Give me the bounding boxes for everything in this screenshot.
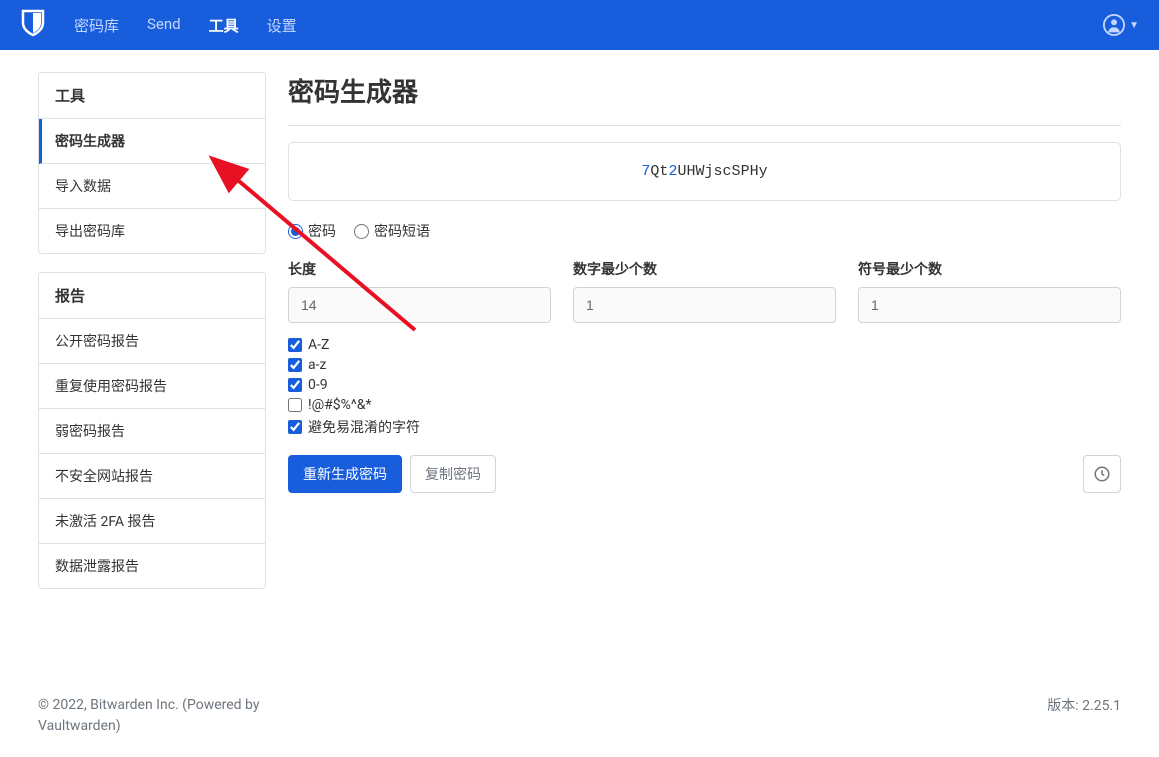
- length-input[interactable]: [288, 287, 551, 323]
- check-digits[interactable]: 0-9: [288, 377, 1121, 393]
- min-digits-input[interactable]: [573, 287, 836, 323]
- history-button[interactable]: [1083, 455, 1121, 493]
- nav-tools[interactable]: 工具: [209, 15, 239, 36]
- min-symbols-label: 符号最少个数: [858, 259, 1121, 279]
- radio-password-input[interactable]: [288, 224, 303, 239]
- check-symbols-label: !@#$%^&*: [308, 397, 372, 413]
- divider: [288, 125, 1121, 126]
- password-display: 7Qt2UHWjscSPHy: [288, 142, 1121, 201]
- min-symbols-input[interactable]: [858, 287, 1121, 323]
- length-label: 长度: [288, 259, 551, 279]
- check-lower-label: a-z: [308, 357, 326, 373]
- sidebar-item-breach[interactable]: 数据泄露报告: [39, 544, 265, 588]
- chevron-down-icon: ▼: [1129, 20, 1139, 31]
- sidebar-item-unsecured[interactable]: 不安全网站报告: [39, 454, 265, 499]
- copy-button[interactable]: 复制密码: [410, 455, 496, 493]
- check-upper[interactable]: A-Z: [288, 337, 1121, 353]
- check-upper-input[interactable]: [288, 338, 302, 352]
- sidebar-tools-card: 工具 密码生成器 导入数据 导出密码库: [38, 72, 266, 254]
- fields-row: 长度 数字最少个数 符号最少个数: [288, 259, 1121, 323]
- nav-send[interactable]: Send: [147, 15, 181, 36]
- check-lower[interactable]: a-z: [288, 357, 1121, 373]
- type-radio-group: 密码 密码短语: [288, 221, 1121, 241]
- nav-settings[interactable]: 设置: [267, 15, 297, 36]
- check-avoid-ambiguous-input[interactable]: [288, 420, 302, 434]
- page-title: 密码生成器: [288, 72, 1121, 109]
- field-min-digits: 数字最少个数: [573, 259, 836, 323]
- regenerate-button[interactable]: 重新生成密码: [288, 455, 402, 493]
- footer-version: 版本: 2.25.1: [1047, 695, 1121, 737]
- sidebar-item-2fa[interactable]: 未激活 2FA 报告: [39, 499, 265, 544]
- sidebar-item-reused[interactable]: 重复使用密码报告: [39, 364, 265, 409]
- field-length: 长度: [288, 259, 551, 323]
- account-menu[interactable]: ▼: [1103, 14, 1139, 36]
- sidebar-reports-header: 报告: [39, 273, 265, 319]
- history-icon: [1093, 465, 1111, 483]
- check-digits-label: 0-9: [308, 377, 328, 393]
- min-digits-label: 数字最少个数: [573, 259, 836, 279]
- check-symbols[interactable]: !@#$%^&*: [288, 397, 1121, 413]
- radio-password[interactable]: 密码: [288, 221, 336, 241]
- sidebar-item-exposed[interactable]: 公开密码报告: [39, 319, 265, 364]
- sidebar-item-weak[interactable]: 弱密码报告: [39, 409, 265, 454]
- radio-password-label: 密码: [308, 221, 336, 241]
- check-digits-input[interactable]: [288, 378, 302, 392]
- radio-passphrase-input[interactable]: [354, 224, 369, 239]
- check-symbols-input[interactable]: [288, 398, 302, 412]
- nav-items: 密码库 Send 工具 设置: [74, 15, 297, 36]
- field-min-symbols: 符号最少个数: [858, 259, 1121, 323]
- sidebar-tools-header: 工具: [39, 73, 265, 119]
- sidebar-item-import[interactable]: 导入数据: [39, 164, 265, 209]
- sidebar-item-export[interactable]: 导出密码库: [39, 209, 265, 253]
- account-icon: [1103, 14, 1125, 36]
- navbar: 密码库 Send 工具 设置 ▼: [0, 0, 1159, 50]
- logo-icon[interactable]: [20, 9, 46, 41]
- sidebar-reports-card: 报告 公开密码报告 重复使用密码报告 弱密码报告 不安全网站报告 未激活 2FA…: [38, 272, 266, 589]
- radio-passphrase[interactable]: 密码短语: [354, 221, 430, 241]
- nav-vault[interactable]: 密码库: [74, 15, 119, 36]
- sidebar: 工具 密码生成器 导入数据 导出密码库 报告 公开密码报告 重复使用密码报告 弱…: [38, 72, 266, 607]
- main-content: 密码生成器 7Qt2UHWjscSPHy 密码 密码短语 长度 数字最少个数: [288, 72, 1121, 607]
- options: A-Z a-z 0-9 !@#$%^&* 避免易混淆的字符: [288, 337, 1121, 437]
- check-upper-label: A-Z: [308, 337, 329, 353]
- sidebar-item-generator[interactable]: 密码生成器: [39, 119, 265, 164]
- footer: © 2022, Bitwarden Inc. (Powered by Vault…: [0, 675, 1159, 757]
- footer-copyright: © 2022, Bitwarden Inc. (Powered by Vault…: [38, 695, 298, 737]
- button-row: 重新生成密码 复制密码: [288, 455, 1121, 493]
- radio-passphrase-label: 密码短语: [374, 221, 430, 241]
- check-lower-input[interactable]: [288, 358, 302, 372]
- check-avoid-ambiguous[interactable]: 避免易混淆的字符: [288, 417, 1121, 437]
- check-avoid-ambiguous-label: 避免易混淆的字符: [308, 417, 420, 437]
- navbar-left: 密码库 Send 工具 设置: [20, 9, 297, 41]
